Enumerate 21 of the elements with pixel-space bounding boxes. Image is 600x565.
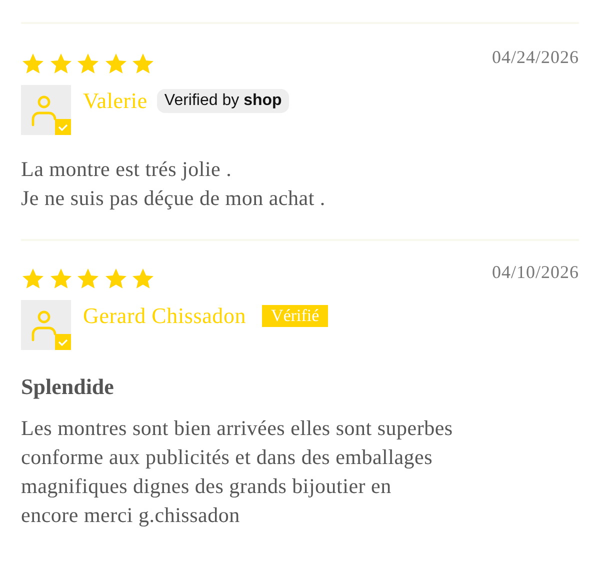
- star-icon: [21, 52, 45, 76]
- review-text: Les montres sont bien arrivées elles sont superbes conforme aux publicités et dans des emballages magnifiques dignes des grands bijoutier en encore merci g.chissadon: [21, 415, 454, 529]
- review-text: La montre est trés jolie . Je ne suis pas déçue de mon achat .: [21, 156, 326, 212]
- star-icon: [76, 52, 100, 76]
- star-icon: [131, 267, 155, 291]
- star-icon: [104, 267, 128, 291]
- star-icon: [48, 267, 72, 291]
- reviewer-name: Gerard Chissadon: [83, 303, 246, 329]
- star-icon: [76, 267, 100, 291]
- avatar-icon: [21, 85, 71, 135]
- verified-badge: Vérifié: [262, 305, 328, 327]
- star-icon: [131, 52, 155, 76]
- verified-badge: Verified by shop: [157, 89, 289, 113]
- reviewer-name: Valerie: [83, 88, 148, 114]
- avatar-icon: [21, 300, 71, 350]
- star-icon: [21, 267, 45, 291]
- review-title: Splendide: [21, 374, 115, 400]
- star-icon: [104, 52, 128, 76]
- review-date: 04/24/2026: [492, 47, 579, 68]
- review-date: 04/10/2026: [492, 262, 579, 283]
- star-icon: [48, 52, 72, 76]
